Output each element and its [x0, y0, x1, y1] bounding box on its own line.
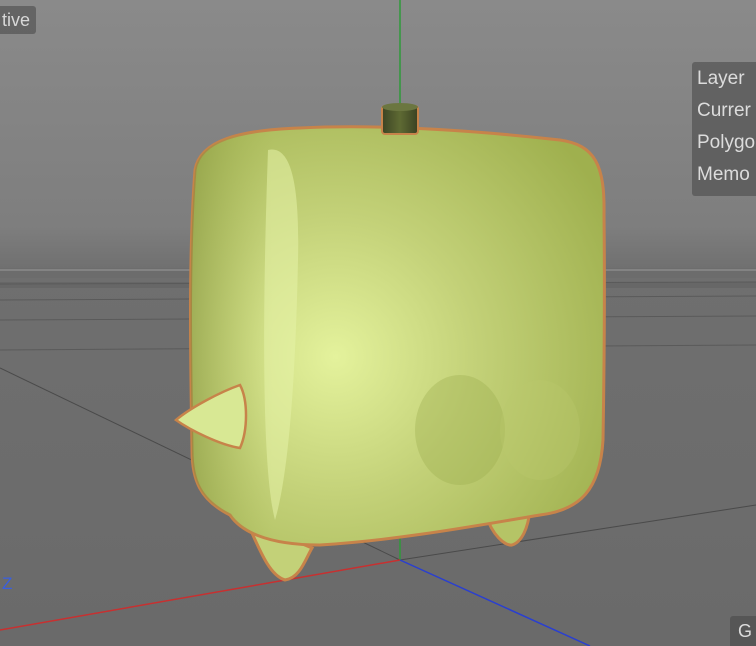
hud-current-label: Currer — [697, 100, 751, 121]
z-axis-line — [399, 559, 591, 646]
hud-info-panel: Layer Currer Polygo Memo — [692, 62, 756, 196]
corner-overlay-label[interactable]: G — [730, 616, 756, 646]
green-blob-object[interactable] — [173, 103, 606, 582]
axis-z-label: Z — [2, 574, 13, 593]
3d-viewport[interactable]: tive Layer Currer Polygo Memo Z G — [0, 0, 756, 646]
hud-polygons-label: Polygo — [697, 132, 756, 153]
viewport-scene[interactable] — [0, 0, 756, 646]
hud-memory-label: Memo — [697, 164, 750, 185]
x-axis-line — [0, 559, 401, 631]
view-mode-label[interactable]: tive — [0, 6, 37, 34]
hud-layer-label: Layer — [697, 68, 745, 89]
